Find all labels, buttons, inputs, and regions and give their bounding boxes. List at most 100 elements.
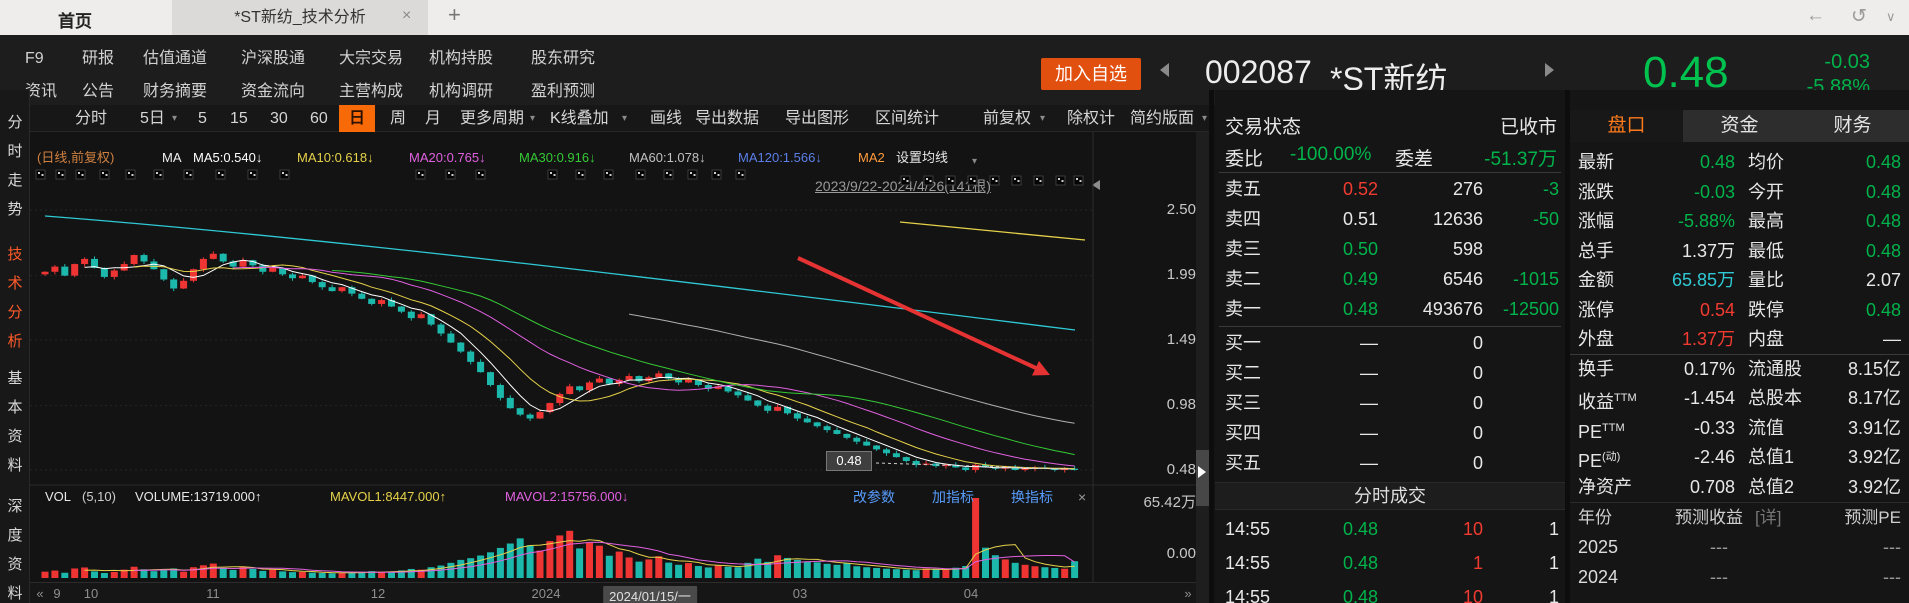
menu-f9[interactable]: F9 [25,49,44,69]
tool-draw-line[interactable]: 画线 [650,105,682,132]
stat-label: 涨跌 [1578,181,1614,202]
add-indicator-link[interactable]: 加指标 [932,488,974,506]
expand-arrow-icon[interactable] [1198,466,1206,478]
sell-row[interactable]: 卖一 0.48 493676 -12500 [1215,294,1565,324]
x-axis-label: 9 [53,586,61,601]
tool-simple-layout[interactable]: 简约版面 [1130,105,1194,132]
weicha-label: 委差 [1395,149,1434,170]
forecast-detail-link[interactable]: [详] [1755,503,1781,533]
level-label: 买五 [1225,453,1261,473]
forecast-pe-label: 预测PE [1844,508,1901,527]
stat-value: -0.33 [1693,417,1735,438]
tick-qty: 10 [1462,519,1483,539]
sell-row[interactable]: 卖五 0.52 276 -3 [1215,174,1565,204]
tool-daily[interactable]: 日 [339,105,375,132]
tool-weekly[interactable]: 周 [390,105,406,132]
menu-shareholders[interactable]: 股东研究 [531,49,595,69]
tick-count: 1 [1548,519,1559,539]
refresh-icon[interactable]: ↺ [1851,5,1867,28]
change-params-link[interactable]: 改参数 [853,488,895,506]
forecast-cell: --- [1883,537,1901,557]
tool-adjust-forward[interactable]: 前复权 [983,105,1031,132]
chevron-down-icon: ▾ [1040,113,1046,124]
sell-row[interactable]: 卖三 0.50 598 [1215,234,1565,264]
chevron-down-icon: ▾ [172,113,178,124]
app-window: 首页 *ST新纺_技术分析 × + ← ↺ ∨ F9 研报 估值通道 沪深股通 … [0,0,1909,603]
tool-30min[interactable]: 30 [270,105,288,132]
tool-kline-overlay[interactable]: K线叠加 [550,105,609,132]
menu-announce[interactable]: 公告 [82,82,114,102]
sidebar-char: 资 [7,556,23,573]
prev-stock-icon[interactable] [1160,63,1169,77]
tool-range-stats[interactable]: 区间统计 [875,105,939,132]
stat-label: 最新 [1578,152,1614,172]
stat-label: 总股本 [1748,388,1802,408]
sell-row[interactable]: 卖四 0.51 12636 -50 [1215,204,1565,234]
vol-indicator[interactable]: VOL [45,488,71,506]
sidebar-item-1[interactable]: 分时走势 [0,108,30,224]
level-label: 买三 [1225,393,1261,413]
tick-qty: 10 [1462,587,1483,603]
tab-stock-analysis[interactable]: *ST新纺_技术分析 [172,0,428,35]
tab-pankou[interactable]: 盘口 [1570,110,1683,142]
candlestick-chart[interactable]: (日线,前复权) MA MA5:0.540↓ MA10:0.618↓ MA20:… [30,132,1210,603]
buy-row[interactable]: 买一 — 0 [1215,328,1565,358]
menu-money-flow[interactable]: 资金流向 [241,82,305,102]
x-axis: « 9 10 11 12 2024 2024/01/15/一 03 04 » [30,582,1210,603]
menu-profit-forecast[interactable]: 盈利预测 [531,82,595,102]
stat-row: 最新 0.48 均价 0.48 [1570,148,1909,178]
menu-finance-summary[interactable]: 财务摘要 [143,82,207,102]
tool-more-periods[interactable]: 更多周期 [460,105,524,132]
add-watchlist-button[interactable]: 加入自选 [1041,58,1141,90]
sidebar-item-2[interactable]: 技术分析 [0,240,30,356]
tool-export-image[interactable]: 导出图形 [785,105,849,132]
switch-indicator-link[interactable]: 换指标 [1011,488,1053,506]
buy-row[interactable]: 买五 — 0 [1215,448,1565,478]
x-axis-label[interactable]: « [36,586,43,601]
next-stock-icon[interactable] [1545,63,1554,77]
tab-financials[interactable]: 财务 [1796,110,1909,142]
tool-minute[interactable]: 分时 [75,105,107,132]
tab-funds[interactable]: 资金 [1683,110,1796,142]
sidebar-char: 资 [7,428,23,445]
tick-trades-title: 分时成交 [1215,482,1565,510]
menu-inst-survey[interactable]: 机构调研 [429,82,493,102]
back-arrow-icon[interactable]: ← [1806,5,1825,27]
menu-business[interactable]: 主营构成 [339,82,403,102]
tool-5day[interactable]: 5日 [140,105,165,132]
add-tab-icon[interactable]: + [448,2,461,28]
menu-connect[interactable]: 沪深股通 [241,49,305,69]
stat-label: 总值2 [1748,476,1795,497]
tab-home[interactable]: 首页 [58,7,92,32]
menu-block-trade[interactable]: 大宗交易 [339,49,403,69]
tool-exright[interactable]: 除权计 [1067,105,1115,132]
mavol2-value: MAVOL2:15756.000↓ [505,489,629,504]
menu-valuation[interactable]: 估值通道 [143,49,207,69]
divider [1219,172,1561,173]
stat-row: 金额 65.85万 量比 2.07 [1570,266,1909,296]
buy-row[interactable]: 买三 — 0 [1215,388,1565,418]
level-volume: 598 [1452,239,1483,259]
menu-research[interactable]: 研报 [82,49,114,69]
stat-row: 收益TTM -1.454 总股本 8.17亿 [1570,384,1909,414]
scrollbar-thumb[interactable] [1196,450,1209,506]
buy-row[interactable]: 买四 — 0 [1215,418,1565,448]
buy-row[interactable]: 买二 — 0 [1215,358,1565,388]
menu-inst-holding[interactable]: 机构持股 [429,49,493,69]
weibi-label: 委比 [1225,149,1264,170]
tool-monthly[interactable]: 月 [425,105,441,132]
close-indicator-icon[interactable]: × [1078,488,1086,506]
tool-5min[interactable]: 5 [198,105,207,132]
tool-60min[interactable]: 60 [310,105,328,132]
x-axis-label[interactable]: » [1184,586,1191,601]
sidebar-item-4[interactable]: 深度资料 [0,492,30,603]
tool-export-data[interactable]: 导出数据 [695,105,759,132]
chevron-down-icon[interactable]: ∨ [1886,9,1896,25]
sell-row[interactable]: 卖二 0.49 6546 -1015 [1215,264,1565,294]
chart-scrollbar[interactable] [1196,132,1209,603]
stat-value: 0.17% [1683,358,1735,379]
sidebar-item-3[interactable]: 基本资料 [0,364,30,480]
tool-15min[interactable]: 15 [230,105,248,132]
stat-label: 总值1 [1748,447,1795,467]
close-icon[interactable]: × [402,7,411,25]
